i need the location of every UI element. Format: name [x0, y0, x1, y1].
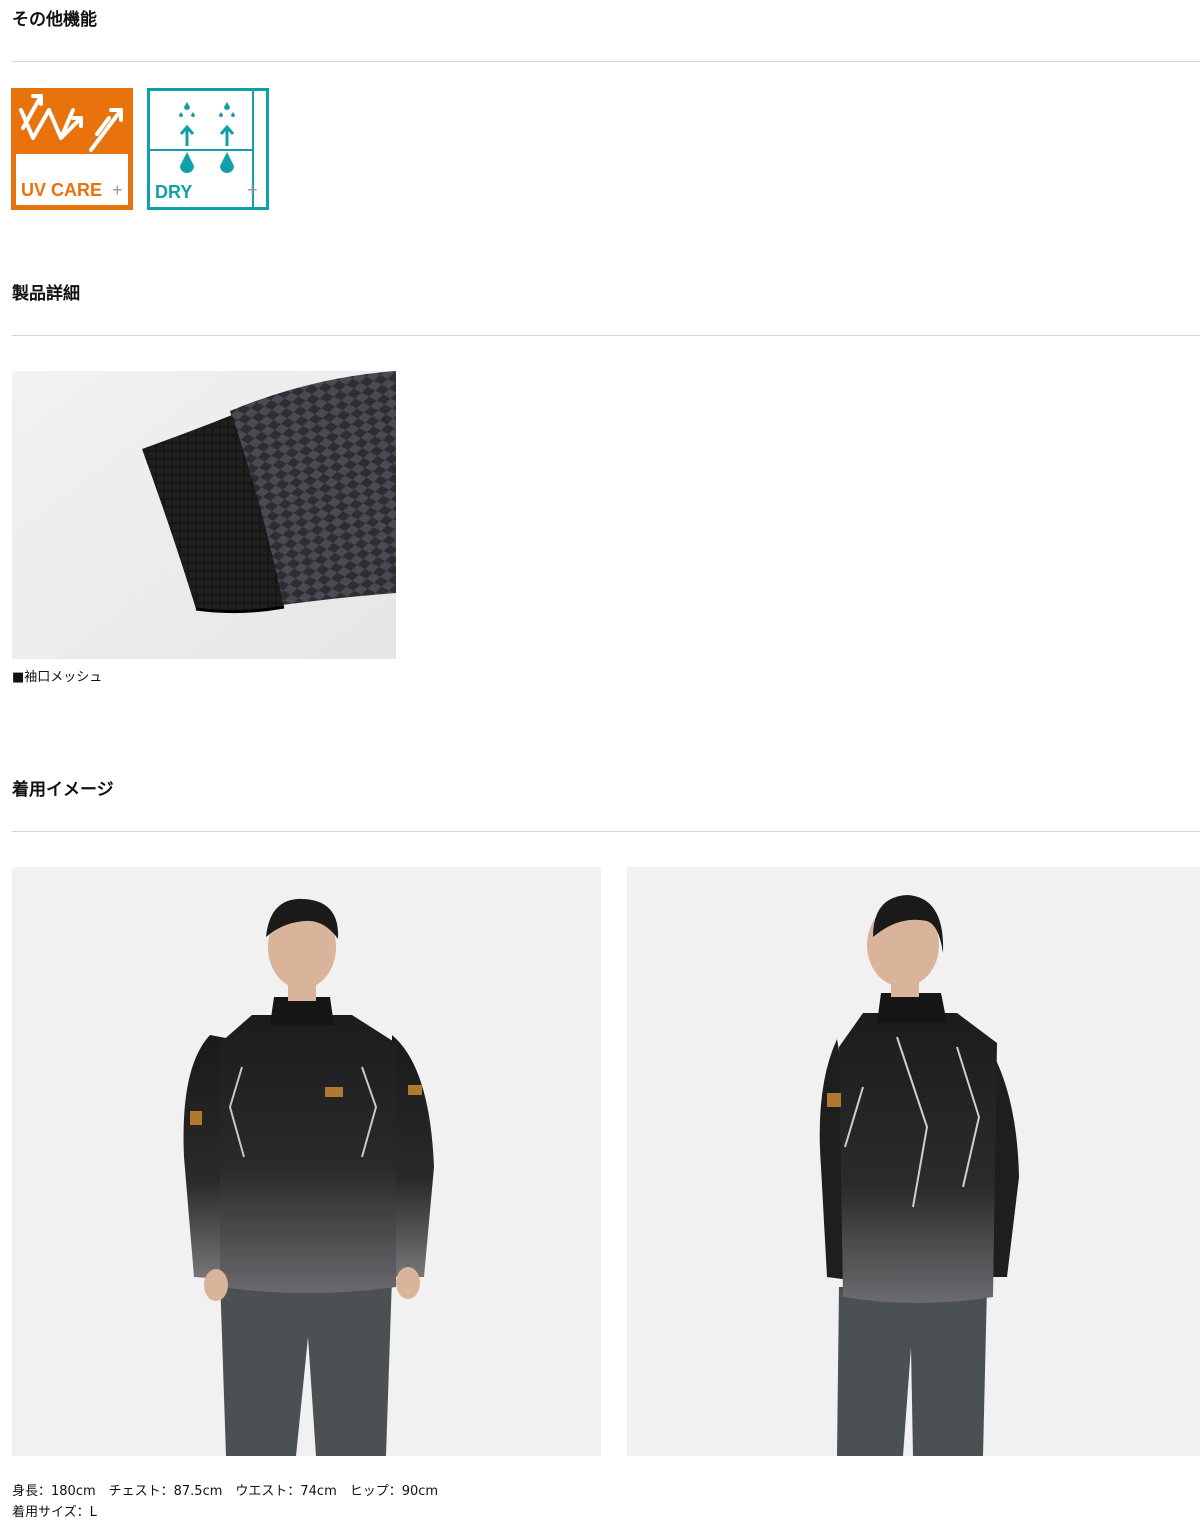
- sleeve-cuff-mesh-photo: [12, 371, 396, 659]
- uv-care-label: UV CARE: [21, 180, 102, 200]
- dry-badge: DRY +: [147, 88, 269, 210]
- features-section-title: その他機能: [12, 10, 97, 30]
- model-back-photo: [627, 867, 1200, 1456]
- wearing-section-title: 着用イメージ: [12, 780, 114, 800]
- uv-care-plus: +: [112, 180, 123, 200]
- details-section-title: 製品詳細: [12, 284, 80, 304]
- model-front-photo: [12, 867, 601, 1456]
- features-divider: [12, 61, 1200, 62]
- wearing-divider: [12, 831, 1200, 832]
- model-measurements: 身長：180cm チェスト：87.5cm ウエスト：74cm ヒップ：90cm: [12, 1484, 439, 1499]
- detail-caption: ■袖口メッシュ: [12, 670, 103, 685]
- dry-plus: +: [247, 180, 258, 200]
- uv-care-badge: UV CARE +: [11, 88, 133, 210]
- details-divider: [12, 335, 1200, 336]
- dry-label: DRY: [155, 182, 192, 202]
- model-wearing-size: 着用サイズ：L: [12, 1505, 97, 1520]
